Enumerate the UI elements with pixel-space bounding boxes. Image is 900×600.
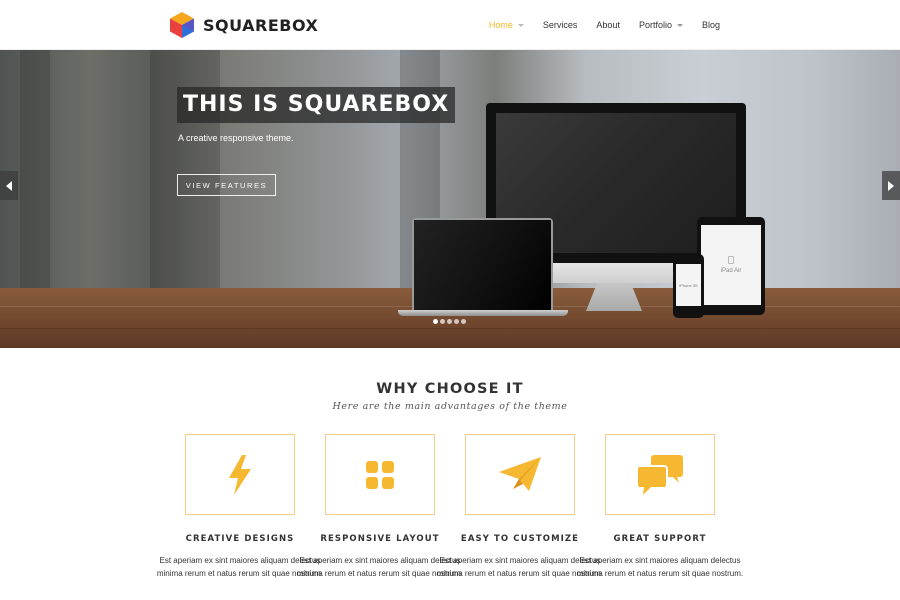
laptop-base <box>398 310 568 316</box>
feature-icon-box <box>605 434 715 515</box>
iphone-screen: iPhone 5S <box>676 264 701 306</box>
paper-plane-icon <box>499 456 541 491</box>
cube-logo-icon <box>170 12 194 38</box>
nav-item-portfolio[interactable]: Portfolio <box>639 20 683 30</box>
lightning-icon <box>229 454 251 495</box>
brand-name: SQUAREBOX <box>203 15 319 35</box>
ipad-screen: iPad Air <box>701 225 761 305</box>
hero-slider: iPad Air iPhone 5S THIS IS SQUAREBOX A c… <box>0 50 900 348</box>
slider-prev-button[interactable] <box>0 171 18 200</box>
feature-title: GREAT SUPPORT <box>613 534 707 544</box>
brand-logo[interactable]: SQUAREBOX <box>170 12 318 38</box>
nav-label: Blog <box>701 20 720 30</box>
ipad-label: iPad Air <box>720 268 742 274</box>
nav-label: Services <box>542 20 578 30</box>
feature-text: Est aperiam ex sint maiores aliquam dele… <box>576 556 744 578</box>
arrow-right-icon <box>888 180 894 191</box>
slider-dot[interactable] <box>447 319 452 324</box>
grid-icon <box>366 460 394 489</box>
feature-icon-box <box>325 434 435 515</box>
nav-item-services[interactable]: Services <box>543 20 578 30</box>
background-blur <box>20 50 50 290</box>
slider-pagination <box>433 319 468 324</box>
slider-dot[interactable] <box>461 319 466 324</box>
nav-item-blog[interactable]: Blog <box>702 20 720 30</box>
iphone-illustration: iPhone 5S <box>673 254 704 318</box>
chevron-down-icon <box>517 23 524 27</box>
nav-label: About <box>596 20 620 30</box>
slider-dot[interactable] <box>433 319 438 324</box>
iphone-label: iPhone 5S <box>679 282 698 288</box>
hero-title: THIS IS SQUAREBOX <box>177 87 456 123</box>
section-title: WHY CHOOSE IT <box>376 381 524 397</box>
chat-bubbles-icon <box>637 454 683 495</box>
view-features-button[interactable]: VIEW FEATURES <box>177 174 276 196</box>
nav-item-home[interactable]: Home <box>489 20 524 30</box>
section-subtitle: Here are the main advantages of the them… <box>332 401 568 412</box>
slider-dot[interactable] <box>440 319 445 324</box>
apple-device-icon <box>728 256 734 264</box>
feature-icon-box <box>465 434 575 515</box>
background-blur <box>150 50 220 290</box>
slider-next-button[interactable] <box>882 171 900 200</box>
nav-label: Home <box>488 20 513 30</box>
ipad-illustration: iPad Air <box>697 217 765 315</box>
site-header: SQUAREBOX Home Services About Portfolio … <box>0 0 900 50</box>
main-nav: Home Services About Portfolio Blog <box>470 0 720 50</box>
slider-dot[interactable] <box>454 319 459 324</box>
nav-item-about[interactable]: About <box>596 20 620 30</box>
feature-icon-box <box>185 434 295 515</box>
nav-label: Portfolio <box>638 20 672 30</box>
arrow-left-icon <box>6 180 12 191</box>
hero-subtitle: A creative responsive theme. <box>178 133 294 143</box>
laptop-illustration <box>412 218 553 310</box>
chevron-down-icon <box>676 23 683 27</box>
